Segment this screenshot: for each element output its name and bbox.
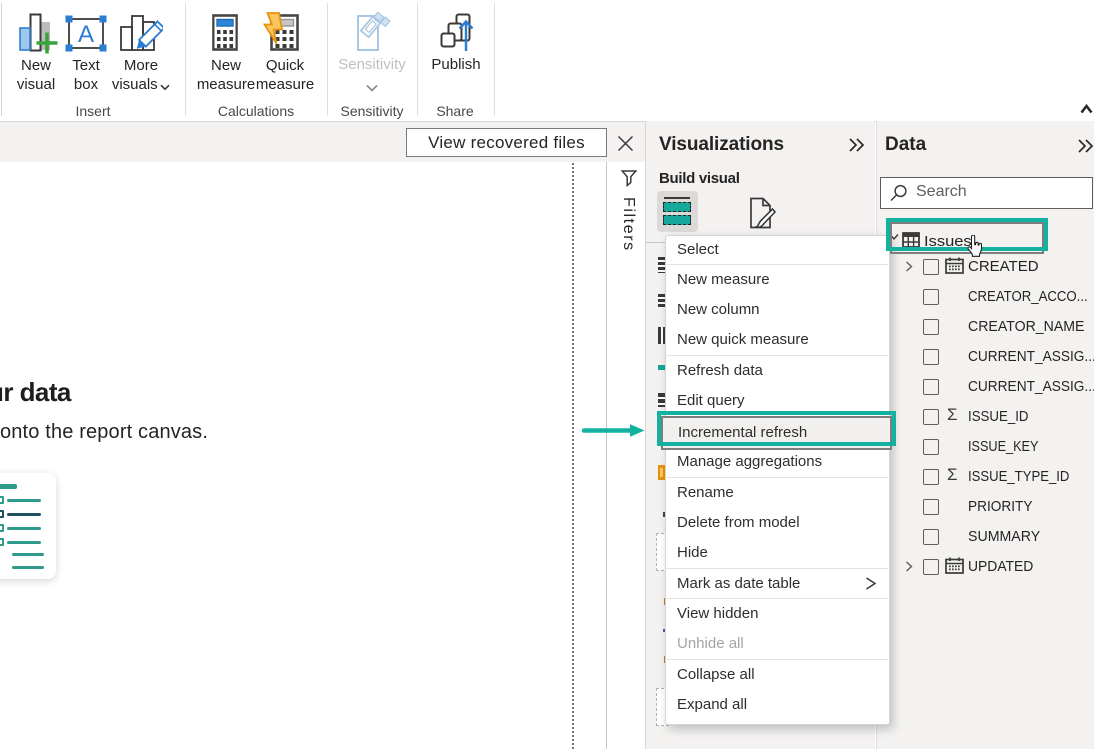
- svg-text:A: A: [78, 21, 94, 48]
